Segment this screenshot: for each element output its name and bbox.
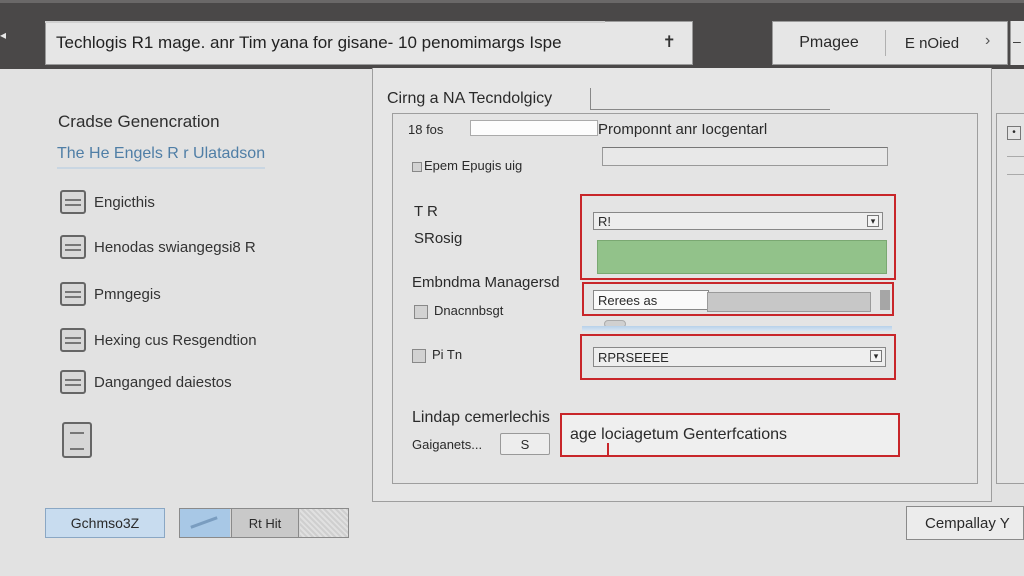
image-icon	[60, 235, 86, 259]
row-label-text: Dnacnnbsgt	[434, 303, 504, 318]
divider	[1007, 156, 1024, 157]
sidebar-item-label: Henodas swiangegsi8 R	[94, 238, 256, 256]
sidebar-item-label: Danganged daiestos	[94, 373, 232, 391]
list-icon	[60, 370, 86, 394]
row-label-tr: T R	[414, 203, 438, 220]
sidebar-item-pmngegis[interactable]: Pmngegis	[60, 280, 161, 308]
sidebar-subtitle-link[interactable]: The He Engels R r Ulatadson	[57, 145, 266, 169]
divider	[1007, 174, 1024, 175]
dropdown-icon[interactable]: ▾	[867, 215, 879, 227]
back-icon[interactable]: ◂	[0, 28, 14, 58]
document-icon	[60, 328, 86, 352]
row-label-lindap: Lindap cemerlechis	[412, 409, 550, 426]
checkbox[interactable]	[412, 348, 426, 363]
layers-icon	[60, 190, 86, 214]
top-tabs: Pmagee E nOied ›	[772, 21, 1008, 65]
select-field[interactable]: R! ▾	[593, 212, 883, 230]
prompt-label: Promponnt anr Iocgentarl	[598, 120, 768, 138]
tab-enoied[interactable]: E nOied	[886, 22, 978, 64]
row-label-dnacnnbsgt: Dnacnnbsgt	[414, 303, 503, 319]
row-label-pitn: Pi Tn	[412, 347, 462, 363]
calendar-icon[interactable]	[62, 422, 92, 458]
generation-field-text: age lociagetum Genterfcations	[570, 426, 788, 443]
text-input[interactable]	[602, 147, 888, 166]
row-label-epem: Epem Epugis uig	[412, 158, 522, 173]
row-label-gaiganets: Gaiganets...	[412, 437, 483, 452]
settings-icon[interactable]: •	[1007, 126, 1021, 140]
main-title: Cirng a NA Tecndolgicy	[387, 90, 553, 107]
right-side-panel: •	[996, 113, 1024, 484]
text-field[interactable]: Rerees as	[593, 290, 709, 310]
prompt-input[interactable]	[470, 120, 598, 136]
folder-icon	[60, 282, 86, 306]
sidebar-item-engicthis[interactable]: Engicthis	[60, 188, 155, 216]
chevron-right-icon[interactable]: ›	[985, 32, 990, 50]
row-label-fos: 18 fos	[408, 122, 444, 137]
slider-thumb[interactable]	[880, 290, 890, 310]
title-text: Techlogis R1 mage. anr Tim yana for gisa…	[56, 33, 562, 52]
dropdown-icon[interactable]: ▾	[870, 350, 882, 362]
title-underline	[45, 21, 605, 23]
row-label-text: Pi Tn	[432, 347, 463, 362]
generation-field[interactable]: age lociagetum Genterfcations	[560, 413, 900, 457]
focus-line	[582, 326, 892, 331]
checkbox[interactable]	[414, 304, 428, 319]
tab-pmagee[interactable]: Pmagee	[773, 22, 885, 64]
select-field[interactable]: RPRSEEEE ▾	[593, 347, 886, 367]
row-label-embndma: Embndma Managersd	[412, 274, 560, 291]
slider-track[interactable]	[707, 292, 871, 312]
sidebar-item-label: Pmngegis	[94, 285, 161, 303]
sidebar-item-label: Engicthis	[94, 193, 155, 211]
pin-icon[interactable]: ✝	[663, 32, 676, 52]
row-label-srosig: SRosig	[414, 230, 463, 247]
segmented-control: Rt Hit	[179, 508, 349, 538]
sidebar-title: Cradse Genencration	[58, 112, 220, 131]
sidebar-item-hexing[interactable]: Hexing cus Resgendtion	[60, 326, 257, 354]
progress-bar	[597, 240, 887, 274]
small-button[interactable]: S	[500, 433, 550, 455]
top-bar-highlight	[0, 0, 1024, 3]
segment-brush-icon[interactable]	[180, 509, 230, 537]
main-title-input[interactable]	[590, 88, 830, 110]
segment-texture[interactable]	[300, 509, 348, 537]
field-value: Rerees as	[598, 292, 658, 308]
overflow-icon[interactable]: ‒	[1010, 21, 1024, 65]
sidebar-item-danganged[interactable]: Danganged daiestos	[60, 368, 232, 396]
row-label-text: Epem Epugis uig	[424, 158, 523, 173]
title-field[interactable]: Techlogis R1 mage. anr Tim yana for gisa…	[45, 21, 693, 65]
sidebar-item-label: Hexing cus Resgendtion	[94, 331, 257, 349]
complete-button[interactable]: Cempallay Y	[906, 506, 1024, 540]
sidebar-item-henodas[interactable]: Henodas swiangegsi8 R	[60, 233, 256, 261]
field-value: RPRSEEEE	[598, 349, 669, 365]
field-value: R!	[598, 213, 611, 229]
checkbox[interactable]	[412, 161, 422, 172]
text-cursor	[607, 443, 609, 455]
primary-button[interactable]: Gchmso3Z	[45, 508, 165, 538]
segment-label[interactable]: Rt Hit	[231, 509, 299, 537]
